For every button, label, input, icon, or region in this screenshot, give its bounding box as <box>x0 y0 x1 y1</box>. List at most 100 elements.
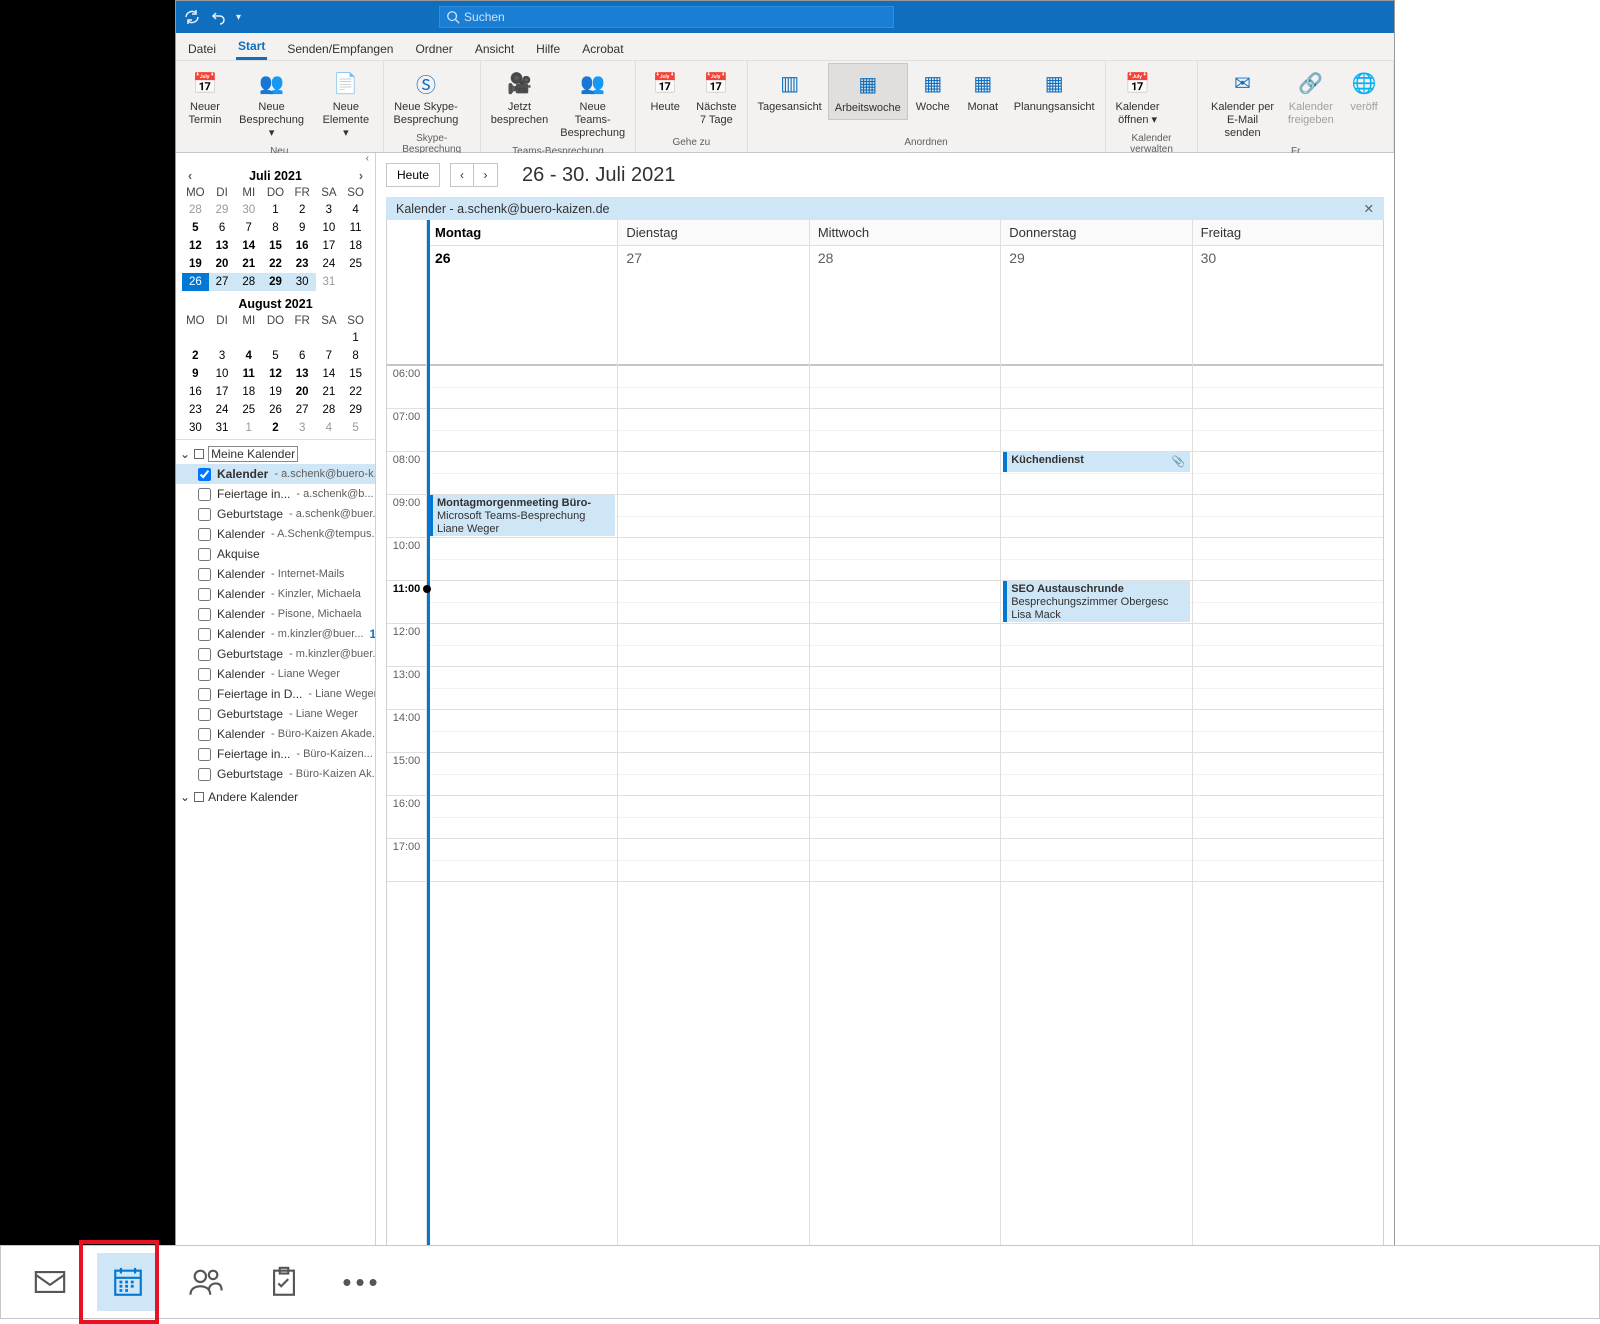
mail-module-button[interactable] <box>19 1253 81 1311</box>
calendar-checkbox[interactable] <box>198 728 211 741</box>
mini-calendar-day[interactable]: 19 <box>262 383 289 401</box>
mini-calendar-day[interactable]: 13 <box>289 365 316 383</box>
calendar-list-item[interactable]: Kalender - m.kinzler@buer...1 <box>176 624 375 644</box>
calendar-group-my[interactable]: ⌄ Meine Kalender <box>176 444 375 464</box>
day-number[interactable]: 27 <box>618 246 808 366</box>
calendar-module-button[interactable] <box>97 1253 159 1311</box>
mini-calendar-day[interactable]: 14 <box>235 237 262 255</box>
mini-calendar-day[interactable]: 31 <box>209 419 236 437</box>
mini-calendar-day[interactable]: 23 <box>182 401 209 419</box>
mini-calendar-day[interactable]: 18 <box>235 383 262 401</box>
calendar-checkbox[interactable] <box>198 648 211 661</box>
calendar-list-item[interactable]: Geburtstage - a.schenk@buer... <box>176 504 375 524</box>
appointment[interactable]: Küchendienst📎 <box>1003 452 1189 472</box>
close-icon[interactable]: ✕ <box>1364 201 1374 216</box>
mini-calendar-day[interactable]: 3 <box>289 419 316 437</box>
ribbon-button[interactable]: 👥Neue Teams-Besprechung <box>554 63 631 144</box>
calendar-checkbox[interactable] <box>198 748 211 761</box>
tasks-module-button[interactable] <box>253 1253 315 1311</box>
day-slots[interactable] <box>1193 366 1383 1317</box>
mini-calendar-day[interactable]: 5 <box>262 347 289 365</box>
next-month-icon[interactable]: › <box>359 169 363 183</box>
mini-calendar-day[interactable]: 16 <box>182 383 209 401</box>
mini-calendar-day[interactable]: 12 <box>262 365 289 383</box>
day-slots[interactable]: Montagmorgenmeeting Büro-Microsoft Teams… <box>427 366 617 1317</box>
ribbon-button[interactable]: 📅Kalenderöffnen ▾ <box>1110 63 1166 131</box>
undo-icon[interactable] <box>210 9 226 25</box>
mini-calendar-day[interactable]: 7 <box>235 219 262 237</box>
day-header[interactable]: Mittwoch <box>810 220 1000 246</box>
calendar-checkbox[interactable] <box>198 508 211 521</box>
ribbon-tab-hilfe[interactable]: Hilfe <box>534 38 562 60</box>
day-number[interactable]: 26 <box>427 246 617 366</box>
ribbon-tab-ordner[interactable]: Ordner <box>413 38 454 60</box>
day-number[interactable]: 30 <box>1193 246 1383 366</box>
ribbon-button[interactable]: 📅Nächste7 Tage <box>690 63 742 131</box>
next-week-button[interactable]: › <box>474 163 498 187</box>
calendar-list-item[interactable]: Kalender - Kinzler, Michaela <box>176 584 375 604</box>
ribbon-button[interactable]: ✉Kalender perE-Mail senden <box>1202 63 1282 144</box>
mini-calendar-day[interactable]: 11 <box>235 365 262 383</box>
calendar-list-item[interactable]: Kalender - Internet-Mails <box>176 564 375 584</box>
mini-calendar-day[interactable]: 13 <box>209 237 236 255</box>
day-header[interactable]: Freitag <box>1193 220 1383 246</box>
mini-calendar-day[interactable]: 27 <box>209 273 236 291</box>
mini-calendar-day[interactable]: 8 <box>262 219 289 237</box>
calendar-checkbox[interactable] <box>198 608 211 621</box>
calendar-list-item[interactable]: Kalender - A.Schenk@tempus... <box>176 524 375 544</box>
calendar-checkbox[interactable] <box>198 768 211 781</box>
mini-calendar-day[interactable]: 19 <box>182 255 209 273</box>
mini-calendar-day[interactable]: 10 <box>316 219 343 237</box>
calendar-checkbox[interactable] <box>198 688 211 701</box>
calendar-list-item[interactable]: Feiertage in... - a.schenk@b... <box>176 484 375 504</box>
mini-calendar-day[interactable]: 17 <box>209 383 236 401</box>
mini-calendar-day[interactable]: 9 <box>289 219 316 237</box>
mini-calendar-day[interactable]: 5 <box>342 419 369 437</box>
ribbon-button[interactable]: 👥NeueBesprechung ▾ <box>230 63 313 144</box>
prev-month-icon[interactable]: ‹ <box>188 169 192 183</box>
calendar-checkbox[interactable] <box>198 528 211 541</box>
mini-calendar-day[interactable]: 30 <box>235 201 262 219</box>
day-header[interactable]: Donnerstag <box>1001 220 1191 246</box>
mini-calendar-day[interactable]: 21 <box>235 255 262 273</box>
mini-calendar-day[interactable]: 22 <box>262 255 289 273</box>
mini-calendar-day[interactable]: 5 <box>182 219 209 237</box>
mini-calendar-day[interactable]: 15 <box>342 365 369 383</box>
day-number[interactable]: 28 <box>810 246 1000 366</box>
calendar-list-item[interactable]: Akquise <box>176 544 375 564</box>
calendar-list-item[interactable]: Feiertage in D... - Liane Weger <box>176 684 375 704</box>
mini-calendar-day[interactable]: 26 <box>182 273 209 291</box>
appointment[interactable]: Montagmorgenmeeting Büro-Microsoft Teams… <box>429 495 615 536</box>
day-header[interactable]: Dienstag <box>618 220 808 246</box>
mini-calendar-day[interactable]: 7 <box>316 347 343 365</box>
day-number[interactable]: 29 <box>1001 246 1191 366</box>
ribbon-button[interactable]: ▦Monat <box>958 63 1008 118</box>
more-modules-button[interactable]: ••• <box>331 1253 393 1311</box>
ribbon-button[interactable]: 🎥Jetztbesprechen <box>485 63 554 131</box>
ribbon-button[interactable]: ▥Tagesansicht <box>752 63 828 118</box>
mini-calendar-day[interactable]: 10 <box>209 365 236 383</box>
day-slots[interactable] <box>618 366 808 1317</box>
ribbon-button[interactable]: ▦Planungsansicht <box>1008 63 1101 118</box>
mini-calendar-day[interactable]: 25 <box>342 255 369 273</box>
mini-calendar-day[interactable]: 1 <box>342 329 369 347</box>
mini-calendar-day[interactable]: 21 <box>316 383 343 401</box>
mini-calendar-day[interactable]: 18 <box>342 237 369 255</box>
day-slots[interactable]: Küchendienst📎 SEO AustauschrundeBesprechu… <box>1001 366 1191 1317</box>
mini-calendar-day[interactable]: 2 <box>182 347 209 365</box>
calendar-group-other[interactable]: ⌄ Andere Kalender <box>176 788 375 806</box>
prev-week-button[interactable]: ‹ <box>450 163 474 187</box>
mini-calendar-day[interactable]: 30 <box>289 273 316 291</box>
mini-calendar-day[interactable]: 23 <box>289 255 316 273</box>
mini-calendar-day[interactable]: 14 <box>316 365 343 383</box>
calendar-list-item[interactable]: Kalender - Büro-Kaizen Akade... <box>176 724 375 744</box>
ribbon-button[interactable]: 📅Heute <box>640 63 690 118</box>
mini-calendar-day[interactable]: 2 <box>289 201 316 219</box>
appointment[interactable]: SEO AustauschrundeBesprechungszimmer Obe… <box>1003 581 1189 622</box>
calendar-list-item[interactable]: Geburtstage - m.kinzler@buer... <box>176 644 375 664</box>
mini-calendar-day[interactable]: 25 <box>235 401 262 419</box>
ribbon-tab-datei[interactable]: Datei <box>186 38 218 60</box>
mini-calendar-day[interactable]: 20 <box>289 383 316 401</box>
day-slots[interactable] <box>810 366 1000 1317</box>
mini-calendar-day[interactable]: 31 <box>316 273 343 291</box>
